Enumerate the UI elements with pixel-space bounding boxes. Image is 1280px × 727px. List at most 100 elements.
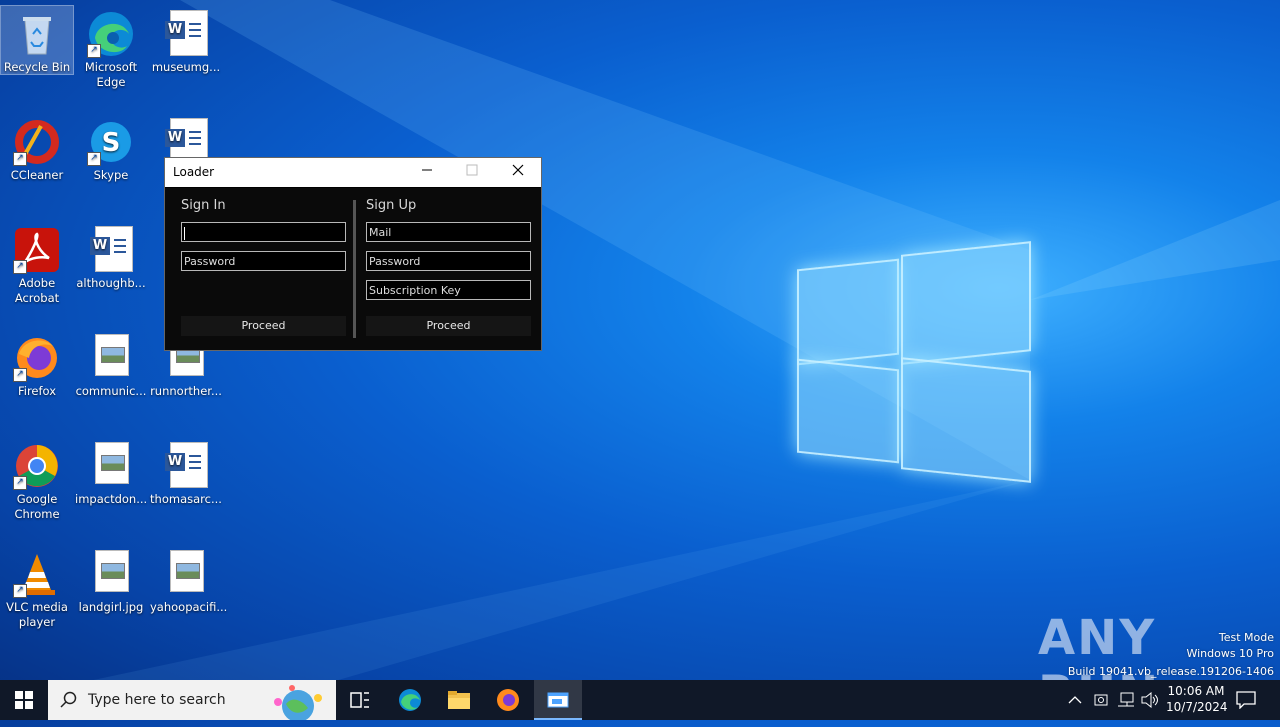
edition-text: Windows 10 Pro: [1186, 647, 1274, 660]
taskbar-file-explorer-button[interactable]: [435, 680, 483, 720]
desktop-icon-label: Microsoft Edge: [84, 60, 138, 89]
desktop-icon-recycle-bin[interactable]: Recycle Bin: [0, 5, 74, 75]
notification-icon: [1236, 691, 1256, 710]
start-button[interactable]: [0, 680, 48, 720]
sign-up-password-field[interactable]: Password: [366, 251, 531, 271]
tray-app-button[interactable]: [1093, 680, 1113, 720]
desktop-icon-thomasarc[interactable]: W thomasarc...: [150, 438, 222, 507]
action-center-button[interactable]: [1236, 680, 1260, 720]
desktop-icon-label: landgirl.jpg: [78, 600, 144, 614]
desktop-icon-label: museumg...: [151, 60, 221, 74]
taskbar-firefox-button[interactable]: [484, 680, 532, 720]
shortcut-arrow-icon: ↗: [13, 260, 27, 274]
shortcut-arrow-icon: ↗: [87, 44, 101, 58]
build-text: Build 19041.vb_release.191206-1406: [1067, 665, 1274, 678]
task-view-button[interactable]: [336, 680, 384, 720]
ccleaner-icon: ↗: [13, 118, 61, 166]
desktop-icon-label: communic...: [75, 384, 147, 398]
network-icon: [1118, 692, 1134, 707]
close-icon: [512, 164, 524, 176]
volume-button[interactable]: [1141, 680, 1161, 720]
network-button[interactable]: [1117, 680, 1137, 720]
taskbar-edge-button[interactable]: [386, 680, 434, 720]
image-file-icon: [162, 550, 210, 598]
desktop-icon-adobe-acrobat[interactable]: ↗ Adobe Acrobat: [1, 222, 73, 306]
sign-up-mail-field[interactable]: Mail: [366, 222, 531, 242]
desktop-icon-althoughb[interactable]: W althoughb...: [75, 222, 147, 291]
maximize-button[interactable]: [449, 158, 495, 187]
speaker-icon: [1141, 691, 1158, 709]
search-icon: [60, 691, 77, 708]
app-window-icon: [547, 692, 569, 708]
desktop-icon-label: yahoopacifi...: [150, 600, 228, 614]
shortcut-arrow-icon: ↗: [87, 152, 101, 166]
window-title: Loader: [173, 165, 215, 179]
taskbar: Type here to search 10:06 AM 10/7/2024: [0, 680, 1280, 720]
vlc-icon: ↗: [13, 550, 61, 598]
shortcut-arrow-icon: ↗: [13, 476, 27, 490]
taskbar-search-box[interactable]: Type here to search: [48, 680, 336, 720]
desktop-icon-label: Skype: [93, 168, 129, 182]
firefox-icon: ↗: [13, 334, 61, 382]
section-divider: [353, 200, 356, 338]
desktop-icon-label: Recycle Bin: [3, 60, 71, 74]
desktop-icon-skype[interactable]: S ↗ Skype: [75, 114, 147, 183]
loader-window: Loader Sign In Password Proceed Sign Up …: [164, 157, 542, 351]
taskbar-loader-button[interactable]: [534, 680, 582, 720]
desktop-icon-landgirl[interactable]: landgirl.jpg: [75, 546, 147, 615]
word-doc-icon: W: [162, 10, 210, 58]
clock-date: 10/7/2024: [1166, 700, 1228, 714]
desktop-icon-firefox[interactable]: ↗ Firefox: [1, 330, 73, 399]
folder-icon: [448, 691, 470, 709]
sign-in-proceed-button[interactable]: Proceed: [181, 316, 346, 336]
svg-text:S: S: [102, 128, 121, 158]
loader-titlebar[interactable]: Loader: [165, 158, 541, 187]
sign-up-proceed-button[interactable]: Proceed: [366, 316, 531, 336]
chevron-up-icon: [1068, 696, 1082, 704]
chrome-icon: ↗: [13, 442, 61, 490]
image-file-icon: [87, 442, 135, 490]
edge-icon: [399, 689, 421, 711]
minimize-button[interactable]: [404, 158, 450, 187]
desktop-icon-impactdon[interactable]: impactdon...: [75, 438, 147, 507]
desktop-icon-label: impactdon...: [75, 492, 148, 506]
sign-up-heading: Sign Up: [366, 198, 417, 213]
desktop-icon-label: CCleaner: [10, 168, 64, 182]
desktop-icon-communic[interactable]: communic...: [75, 330, 147, 399]
desktop-icon-label: Adobe Acrobat: [14, 276, 60, 305]
text-caret: [184, 226, 185, 240]
desktop-icon-label: runnorther...: [150, 384, 222, 398]
subscription-key-field[interactable]: Subscription Key: [366, 280, 531, 300]
shortcut-arrow-icon: ↗: [13, 584, 27, 598]
test-mode-text: Test Mode: [1218, 631, 1274, 644]
desktop-icon-google-chrome[interactable]: ↗ Google Chrome: [1, 438, 73, 522]
windows-start-icon: [15, 691, 33, 709]
search-highlight-icon: [274, 685, 322, 720]
desktop-icon-ccleaner[interactable]: ↗ CCleaner: [1, 114, 73, 183]
clock-time: 10:06 AM: [1167, 684, 1225, 698]
recycle-bin-icon: [13, 10, 61, 58]
word-doc-icon: W: [162, 442, 210, 490]
loader-body: Sign In Password Proceed Sign Up Mail Pa…: [165, 188, 541, 350]
desktop-icon-label: althoughb...: [76, 276, 146, 290]
minimize-icon: [422, 169, 432, 171]
desktop-icon-label: Google Chrome: [14, 492, 60, 521]
close-button[interactable]: [495, 158, 541, 187]
search-placeholder: Type here to search: [88, 692, 226, 708]
sign-in-username-field[interactable]: [181, 222, 346, 242]
shortcut-arrow-icon: ↗: [13, 368, 27, 382]
sign-in-password-field[interactable]: Password: [181, 251, 346, 271]
clock-button[interactable]: 10:06 AM 10/7/2024: [1166, 680, 1228, 720]
image-file-icon: [87, 334, 135, 382]
firefox-icon: [497, 689, 519, 711]
desktop-icon-yahoopacifi[interactable]: yahoopacifi...: [150, 546, 227, 615]
desktop-icon-museumg[interactable]: W museumg...: [150, 6, 222, 75]
desktop-icon-edge[interactable]: ↗ Microsoft Edge: [75, 6, 147, 90]
shortcut-arrow-icon: ↗: [13, 152, 27, 166]
maximize-icon: [466, 164, 478, 176]
word-doc-icon: W: [87, 226, 135, 274]
show-hidden-icons-button[interactable]: [1068, 680, 1088, 720]
edge-icon: ↗: [87, 10, 135, 58]
acrobat-icon: ↗: [13, 226, 61, 274]
desktop-icon-vlc[interactable]: ↗ VLC media player: [1, 546, 73, 630]
